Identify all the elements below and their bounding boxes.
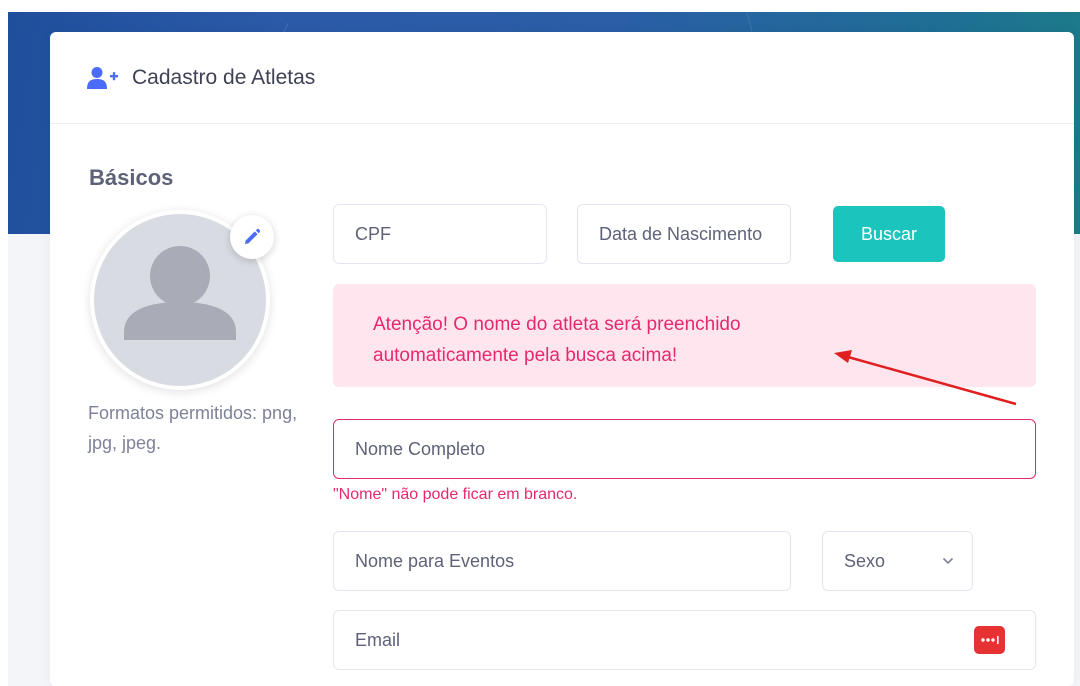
sex-select-value: Sexo: [844, 550, 886, 571]
cpf-input[interactable]: CPF: [333, 204, 547, 264]
password-manager-icon[interactable]: [974, 626, 1005, 654]
chevron-down-icon: [942, 557, 954, 565]
birthdate-placeholder: Data de Nascimento: [599, 223, 763, 244]
warning-alert: Atenção! O nome do atleta será preenchid…: [333, 284, 1036, 387]
full-name-error: "Nome" não pode ficar em branco.: [333, 486, 578, 503]
email-input[interactable]: Email: [333, 610, 1036, 670]
registration-card: Cadastro de Atletas Básicos Formatos per…: [50, 32, 1074, 686]
full-name-placeholder: Nome Completo: [355, 438, 486, 459]
alert-line-2: automaticamente pela busca acima!: [373, 345, 678, 366]
section-title: Básicos: [89, 165, 174, 190]
allowed-formats-text: Formatos permitidos: png, jpg, jpeg.: [88, 403, 298, 453]
card-header: Cadastro de Atletas: [50, 32, 1074, 124]
event-name-placeholder: Nome para Eventos: [355, 550, 515, 571]
birthdate-input[interactable]: Data de Nascimento: [577, 204, 791, 264]
alert-line-1: Atenção! O nome do atleta será preenchid…: [373, 314, 741, 335]
cpf-placeholder: CPF: [355, 223, 391, 244]
edit-avatar-button[interactable]: [230, 215, 274, 259]
full-name-input[interactable]: Nome Completo: [333, 419, 1036, 479]
sex-select[interactable]: Sexo: [822, 531, 973, 591]
email-placeholder: Email: [355, 629, 401, 650]
pencil-icon: [245, 228, 261, 244]
user-plus-icon: [87, 66, 119, 90]
search-button[interactable]: Buscar: [833, 206, 945, 262]
page-title: Cadastro de Atletas: [132, 65, 316, 89]
event-name-input[interactable]: Nome para Eventos: [333, 531, 791, 591]
